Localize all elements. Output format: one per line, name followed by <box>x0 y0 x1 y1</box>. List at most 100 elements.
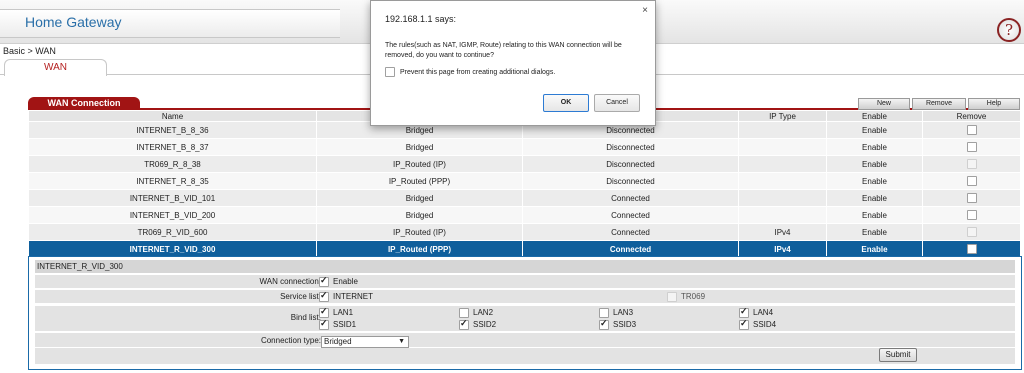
new-button[interactable]: New <box>858 98 910 110</box>
bind-item: SSID1 <box>319 318 357 330</box>
submit-button[interactable]: Submit <box>879 348 917 362</box>
enable-cell: Enable <box>826 121 923 139</box>
remove-cell <box>922 155 1021 173</box>
cancel-button[interactable]: Cancel <box>594 94 640 112</box>
connection-name-cell: TR069_R_8_38 <box>28 155 317 173</box>
tab-wan[interactable]: WAN <box>4 59 107 76</box>
bind-label: LAN2 <box>473 308 494 318</box>
bind-label: LAN3 <box>613 308 634 318</box>
bind-label: SSID3 <box>613 320 637 330</box>
remove-button[interactable]: Remove <box>912 98 966 110</box>
prevent-dialogs-checkbox[interactable] <box>385 67 395 77</box>
bind-item: LAN1 <box>319 306 354 318</box>
bind-checkbox[interactable] <box>319 318 329 330</box>
bind-label: LAN1 <box>333 308 354 318</box>
connection-mode-cell: IP_Routed (IP) <box>316 155 523 173</box>
bind-label: SSID4 <box>753 320 777 330</box>
help-button[interactable]: Help <box>968 98 1020 110</box>
remove-checkbox[interactable] <box>966 210 977 220</box>
help-icon[interactable]: ? <box>997 18 1021 42</box>
bind-checkbox[interactable] <box>459 318 469 330</box>
enable-cell: Enable <box>826 189 923 207</box>
service-internet-field: INTERNET <box>319 290 373 302</box>
enable-cell: Enable <box>826 206 923 224</box>
close-icon[interactable]: × <box>642 5 648 16</box>
bind-item: LAN3 <box>599 308 633 318</box>
ip-type-cell <box>738 155 827 173</box>
bind-label: LAN4 <box>753 308 774 318</box>
connection-type-select[interactable]: Bridged ▼ <box>321 336 409 348</box>
ip-type-cell: IPv4 <box>738 240 827 258</box>
enable-field: Enable <box>319 275 358 287</box>
table-row[interactable]: INTERNET_R_VID_300 IP_Routed (PPP) Connect… <box>28 240 1021 258</box>
column-header-enable: Enable <box>826 110 923 122</box>
enable-label: Enable <box>333 277 358 287</box>
remove-cell <box>922 121 1021 139</box>
remove-checkbox[interactable] <box>966 159 977 169</box>
service-list-row: Service list: INTERNET TR069 <box>35 290 1015 303</box>
bind-checkbox[interactable] <box>599 308 609 318</box>
connection-status-cell: Connected <box>522 206 739 224</box>
prevent-dialogs-option: Prevent this page from creating addition… <box>385 67 555 77</box>
remove-cell <box>922 189 1021 207</box>
table-row[interactable]: INTERNET_B_VID_101 Bridged Connected Enable <box>28 189 1021 207</box>
connection-name-cell: INTERNET_B_VID_200 <box>28 206 317 224</box>
remove-checkbox[interactable] <box>966 227 977 237</box>
bind-item: SSID2 <box>459 318 496 330</box>
wan-connection-row: WAN connection: Enable <box>35 275 1015 288</box>
ip-type-cell <box>738 172 827 190</box>
connection-type-row: Connection type: Bridged ▼ <box>35 333 1015 348</box>
brand-title: Home Gateway <box>25 14 122 30</box>
table-row[interactable]: INTERNET_B_VID_200 Bridged Connected Enable <box>28 206 1021 224</box>
service-list-label: Service list: <box>280 292 321 301</box>
remove-cell <box>922 240 1021 258</box>
remove-cell <box>922 206 1021 224</box>
connection-name-cell: TR069_R_VID_600 <box>28 223 317 241</box>
connection-status-cell: Connected <box>522 240 739 258</box>
service-internet-checkbox[interactable] <box>319 290 329 302</box>
remove-checkbox[interactable] <box>966 142 977 152</box>
table-row[interactable]: INTERNET_B_8_37 Bridged Disconnected Enable <box>28 138 1021 156</box>
bind-label: SSID1 <box>333 320 357 330</box>
ip-type-cell <box>738 206 827 224</box>
enable-cell: Enable <box>826 155 923 173</box>
ip-type-cell <box>738 138 827 156</box>
service-internet-label: INTERNET <box>333 292 373 302</box>
connection-name-cell: INTERNET_B_VID_101 <box>28 189 317 207</box>
enable-checkbox[interactable] <box>319 275 329 287</box>
submit-row <box>35 348 1015 364</box>
service-tr069-checkbox[interactable] <box>667 292 677 302</box>
bind-checkbox[interactable] <box>599 318 609 330</box>
enable-cell: Enable <box>826 240 923 258</box>
dialog-origin: 192.168.1.1 says: <box>385 14 457 24</box>
bind-checkbox[interactable] <box>319 306 329 318</box>
bind-checkbox[interactable] <box>739 318 749 330</box>
enable-cell: Enable <box>826 172 923 190</box>
remove-checkbox[interactable] <box>966 193 977 203</box>
connection-mode-cell: Bridged <box>316 138 523 156</box>
confirm-dialog: 192.168.1.1 says: × The rules(such as NA… <box>370 0 656 126</box>
table-row[interactable]: INTERNET_R_8_35 IP_Routed (PPP) Disconnect… <box>28 172 1021 190</box>
table-row[interactable]: TR069_R_8_38 IP_Routed (IP) Disconnected En… <box>28 155 1021 173</box>
wan-connection-table: Name tus IP Type Enable Remove INTERNET_… <box>28 110 1021 258</box>
wan-connection-label: WAN connection: <box>259 277 321 286</box>
dialog-message: The rules(such as NAT, IGMP, Route) rela… <box>385 42 622 59</box>
brand-bar: Home Gateway <box>0 9 340 38</box>
connection-type-value: Bridged <box>324 337 352 346</box>
connection-status-cell: Connected <box>522 223 739 241</box>
remove-checkbox[interactable] <box>966 125 977 135</box>
remove-cell <box>922 138 1021 156</box>
connection-name-cell: INTERNET_R_VID_300 <box>28 240 317 258</box>
column-header-remove: Remove <box>922 110 1021 122</box>
ok-button[interactable]: OK <box>543 94 589 112</box>
remove-checkbox[interactable] <box>966 244 977 254</box>
ip-type-cell <box>738 189 827 207</box>
bind-checkbox[interactable] <box>459 308 469 318</box>
connection-name-cell: INTERNET_R_8_35 <box>28 172 317 190</box>
prevent-dialogs-label: Prevent this page from creating addition… <box>400 68 556 76</box>
remove-checkbox[interactable] <box>966 176 977 186</box>
table-row[interactable]: TR069_R_VID_600 IP_Routed (IP) Connected IP… <box>28 223 1021 241</box>
bind-checkbox[interactable] <box>739 306 749 318</box>
enable-cell: Enable <box>826 223 923 241</box>
bind-item: SSID4 <box>739 318 777 330</box>
